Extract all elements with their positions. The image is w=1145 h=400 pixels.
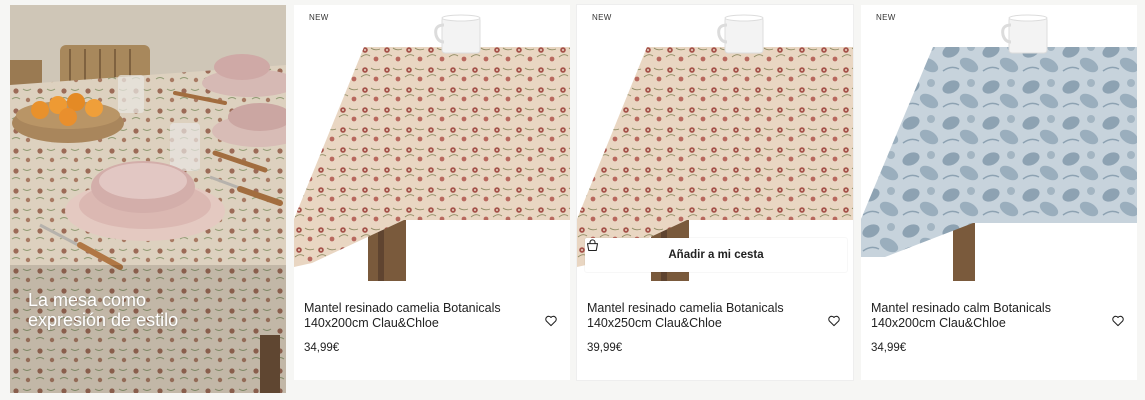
product-title-line-1: Mantel resinado camelia Botanicals [304,301,501,315]
product-image[interactable]: NEW [861,5,1137,281]
product-image[interactable]: NEW [294,5,570,281]
hero-caption: La mesa como expresión de estilo [28,290,258,330]
add-to-basket-label: Añadir a mi cesta [668,249,764,261]
product-card[interactable]: NEW Mantel resinado camelia Botanicals 1… [294,5,570,380]
product-title[interactable]: Mantel resinado calm Botanicals 140x200c… [871,301,1101,331]
heart-outline-icon[interactable] [1111,314,1125,328]
product-price: 34,99€ [304,342,340,354]
product-title-line-1: Mantel resinado camelia Botanicals [587,301,784,315]
product-photo [861,5,1137,281]
product-title[interactable]: Mantel resinado camelia Botanicals 140x2… [304,301,534,331]
product-image[interactable]: NEW Añadir a mi cesta [577,5,853,281]
hero-caption-line-2: expresión de estilo [28,310,179,330]
new-badge: NEW [586,12,618,23]
product-price: 34,99€ [871,342,907,354]
heart-outline-icon[interactable] [544,314,558,328]
product-row: La mesa como expresión de estilo NEW Man… [0,0,1145,400]
product-title[interactable]: Mantel resinado camelia Botanicals 140x2… [587,301,817,331]
hero-photo [10,5,286,393]
product-photo [294,5,570,281]
product-title-line-2: 140x200cm Clau&Chloe [304,316,439,330]
product-title-line-2: 140x250cm Clau&Chloe [587,316,722,330]
add-to-basket-button[interactable]: Añadir a mi cesta [585,238,847,272]
product-title-line-1: Mantel resinado calm Botanicals [871,301,1051,315]
product-price: 39,99€ [587,342,623,354]
new-badge: NEW [870,12,902,23]
basket-icon [586,239,599,252]
product-title-line-2: 140x200cm Clau&Chloe [871,316,1006,330]
product-card[interactable]: NEW Mantel resinado calm Botanicals 140x… [861,5,1137,380]
new-badge: NEW [303,12,335,23]
product-card[interactable]: NEW Añadir a mi cesta Mantel resinado ca… [577,5,853,380]
hero-banner[interactable]: La mesa como expresión de estilo [10,5,286,393]
heart-outline-icon[interactable] [827,314,841,328]
hero-caption-line-1: La mesa como [28,290,147,310]
